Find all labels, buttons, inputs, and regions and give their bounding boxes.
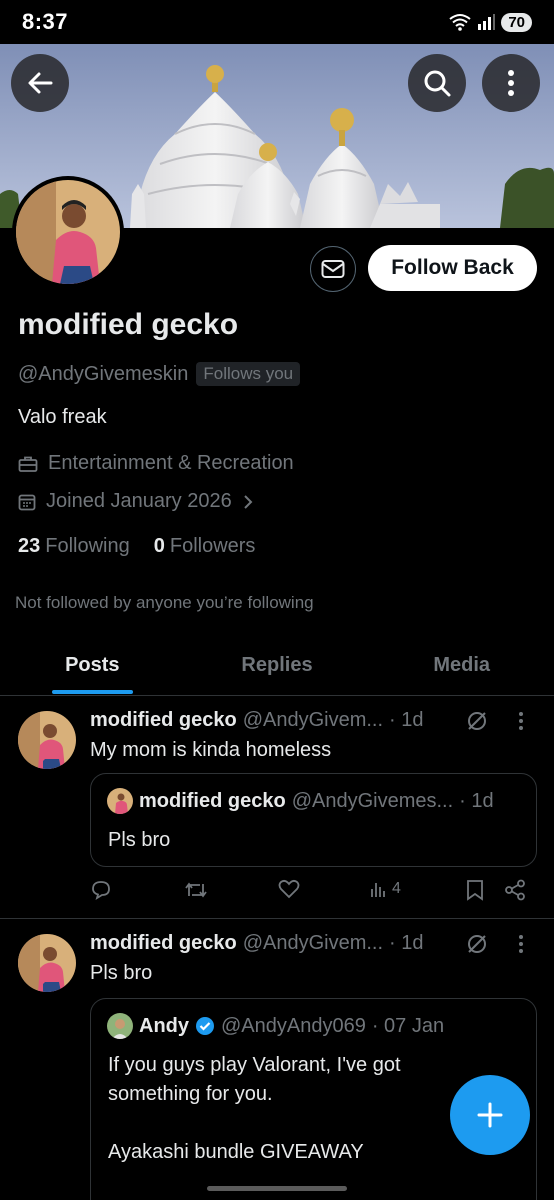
repost-icon — [185, 882, 207, 898]
repost-button[interactable] — [184, 879, 208, 901]
post-time: · 1d — [389, 932, 424, 954]
post-header: modified gecko @AndyGivem... · 1d — [90, 932, 424, 955]
status-time: 8:37 — [22, 9, 69, 34]
profile-avatar[interactable] — [12, 176, 124, 288]
grok-icon[interactable] — [465, 932, 489, 961]
follow-stats: 23 Following 0 Followers — [18, 535, 255, 558]
post-avatar[interactable] — [18, 934, 76, 992]
category-row: Entertainment & Recreation — [18, 452, 294, 475]
more-vertical-icon — [508, 70, 514, 96]
plus-icon — [477, 1102, 503, 1128]
followers-label: Followers — [169, 535, 256, 557]
views-count: 4 — [392, 880, 401, 897]
quote-author-name: Andy — [139, 1014, 189, 1037]
quote-avatar — [107, 788, 133, 814]
post-author-name[interactable]: modified gecko — [90, 709, 237, 732]
post-text: My mom is kinda homeless — [90, 739, 332, 761]
following-count: 23 — [18, 535, 41, 557]
followers-stat[interactable]: 0 Followers — [154, 535, 256, 558]
quote-author-handle: @AndyGivemes... — [291, 789, 454, 812]
briefcase-icon — [18, 456, 38, 472]
battery-indicator: 70 — [501, 12, 532, 32]
verified-badge-icon — [196, 1017, 214, 1035]
share-button[interactable] — [504, 879, 526, 901]
like-button[interactable] — [278, 879, 300, 899]
post-author-name[interactable]: modified gecko — [90, 932, 237, 955]
profile-handle: @AndyGivemeskin — [18, 362, 189, 385]
signal-icon — [478, 14, 496, 30]
chevron-right-icon — [243, 494, 253, 509]
more-options-button[interactable] — [482, 54, 540, 112]
followers-count: 0 — [153, 535, 165, 557]
compose-post-button[interactable] — [450, 1075, 530, 1155]
quote-author-name: modified gecko — [139, 789, 286, 812]
avatar-photo — [18, 711, 76, 769]
quote-text-line: If you guys play Valorant, I've got — [108, 1054, 401, 1076]
bookmark-button[interactable] — [466, 879, 484, 901]
profile-category: Entertainment & Recreation — [48, 452, 294, 474]
post[interactable]: modified gecko @AndyGivem... · 1d My mom… — [0, 697, 554, 919]
quote-time: · 1d — [459, 789, 494, 812]
profile-joined: Joined January 2026 — [46, 490, 232, 512]
following-stat[interactable]: 23 Following — [18, 535, 130, 558]
search-icon — [424, 70, 451, 97]
quote-text-line: Ayakashi bundle GIVEAWAY — [108, 1141, 364, 1163]
quote-time: · 07 Jan — [371, 1014, 445, 1037]
avatar-photo — [16, 180, 120, 284]
handle-row: @AndyGivemeskin Follows you — [18, 362, 301, 386]
avatar-photo — [18, 934, 76, 992]
follow-back-button[interactable]: Follow Back — [368, 245, 537, 291]
follows-you-badge: Follows you — [196, 362, 301, 386]
calendar-icon — [18, 494, 36, 510]
quoted-post[interactable]: modified gecko @AndyGivemes... · 1d Pls … — [90, 773, 537, 867]
reply-button[interactable] — [90, 879, 112, 901]
wifi-icon — [449, 14, 471, 31]
post-author-handle: @AndyGivem... — [242, 932, 384, 954]
arrow-left-icon — [28, 72, 53, 94]
share-icon — [505, 879, 525, 901]
bookmark-icon — [467, 880, 483, 901]
mail-icon — [321, 260, 345, 278]
profile-tabs: Posts Replies Media — [0, 636, 554, 696]
views-button[interactable]: 4 — [370, 880, 401, 898]
views-icon — [371, 883, 385, 897]
grok-icon[interactable] — [465, 709, 489, 738]
system-icons: 70 — [449, 12, 532, 32]
post-more-button[interactable] — [518, 711, 524, 736]
reply-icon — [92, 881, 110, 900]
quote-text: Pls bro — [108, 829, 171, 851]
more-vertical-icon — [519, 712, 523, 730]
post-header: modified gecko @AndyGivem... · 1d — [90, 709, 424, 732]
tab-posts[interactable]: Posts — [0, 636, 185, 695]
search-button[interactable] — [408, 54, 466, 112]
back-button[interactable] — [11, 54, 69, 112]
joined-row[interactable]: Joined January 2026 — [18, 490, 254, 513]
quote-author-handle: @AndyAndy069 — [221, 1014, 366, 1037]
quote-header: Andy @AndyAndy069 · 07 Jan — [107, 1013, 444, 1039]
tab-replies[interactable]: Replies — [185, 636, 370, 695]
tab-media[interactable]: Media — [369, 636, 554, 695]
following-label: Following — [45, 535, 130, 557]
profile-name: modified gecko — [18, 308, 239, 341]
post[interactable]: modified gecko @AndyGivem... · 1d Pls br… — [0, 920, 554, 1200]
post-avatar[interactable] — [18, 711, 76, 769]
more-vertical-icon — [519, 935, 523, 953]
profile-bio: Valo freak — [18, 406, 107, 428]
post-author-handle: @AndyGivem... — [242, 709, 384, 731]
home-indicator[interactable] — [207, 1186, 347, 1191]
not-followed-note: Not followed by anyone you’re following — [15, 593, 314, 612]
post-more-button[interactable] — [518, 934, 524, 959]
post-text: Pls bro — [90, 962, 153, 984]
message-button[interactable] — [310, 246, 356, 292]
quote-avatar — [107, 1013, 133, 1039]
active-tab-indicator — [52, 690, 133, 694]
status-bar: 8:37 70 — [0, 0, 554, 44]
heart-icon — [278, 879, 300, 899]
quote-header: modified gecko @AndyGivemes... · 1d — [107, 788, 494, 814]
post-time: · 1d — [389, 709, 424, 731]
